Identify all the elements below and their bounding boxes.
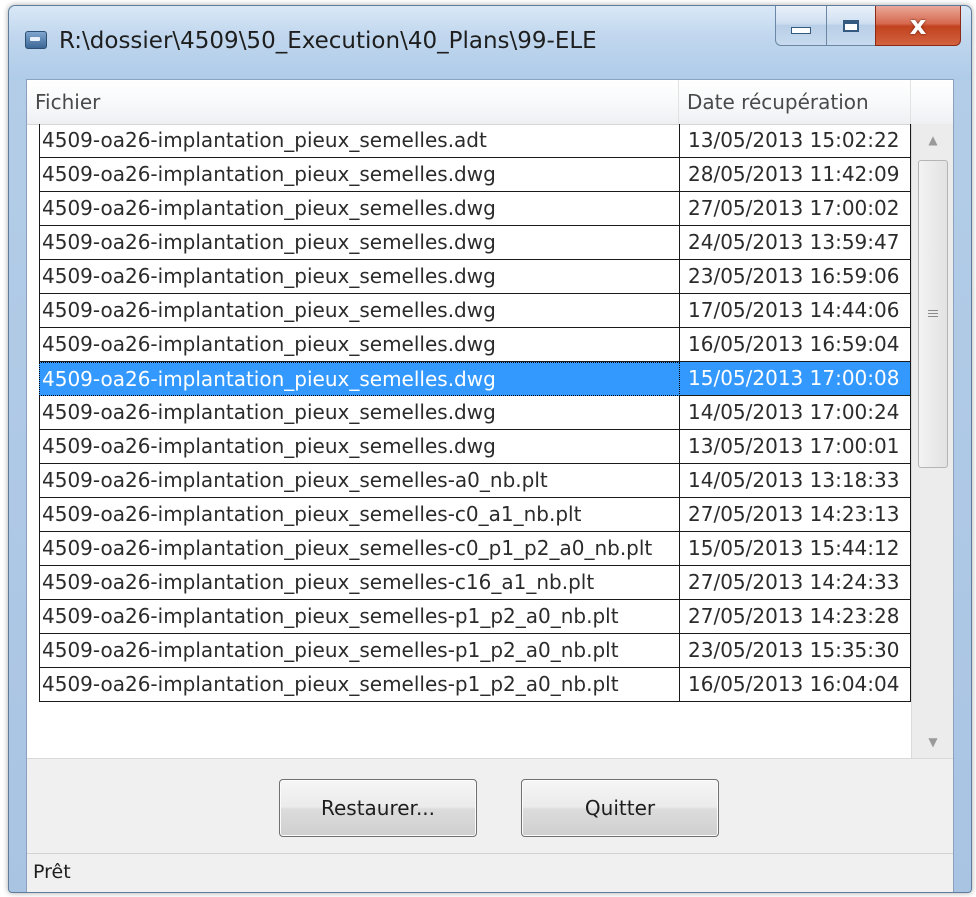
cell-recovery-date: 27/05/2013 14:23:28 [680, 600, 911, 634]
cell-recovery-date: 24/05/2013 13:59:47 [680, 226, 911, 260]
window-title: R:\dossier\4509\50_Execution\40_Plans\99… [59, 28, 597, 54]
button-bar: Restaurer... Quitter [27, 758, 953, 854]
app-window: R:\dossier\4509\50_Execution\40_Plans\99… [8, 5, 972, 893]
table-row[interactable]: 4509-oa26-implantation_pieux_semelles.dw… [27, 430, 911, 464]
cell-recovery-date: 23/05/2013 15:35:30 [680, 634, 911, 668]
cell-recovery-date: 13/05/2013 17:00:01 [680, 430, 911, 464]
cell-file-name: 4509-oa26-implantation_pieux_semelles-p1… [39, 600, 680, 634]
cell-recovery-date: 15/05/2013 15:44:12 [680, 532, 911, 566]
cell-recovery-date: 28/05/2013 11:42:09 [680, 158, 911, 192]
status-bar: Prêt [27, 853, 953, 892]
table-row[interactable]: 4509-oa26-implantation_pieux_semelles-p1… [27, 668, 911, 702]
table-row[interactable]: 4509-oa26-implantation_pieux_semelles-c1… [27, 566, 911, 600]
cell-file-name: 4509-oa26-implantation_pieux_semelles.dw… [39, 430, 680, 464]
table-row[interactable]: 4509-oa26-implantation_pieux_semelles-p1… [27, 634, 911, 668]
cell-recovery-date: 14/05/2013 17:00:24 [680, 396, 911, 430]
thumb-grip-icon [928, 309, 938, 319]
table-row[interactable]: 4509-oa26-implantation_pieux_semelles-c0… [27, 498, 911, 532]
cell-recovery-date: 14/05/2013 13:18:33 [680, 464, 911, 498]
table-row[interactable]: 4509-oa26-implantation_pieux_semelles-p1… [27, 600, 911, 634]
cell-file-name: 4509-oa26-implantation_pieux_semelles-p1… [39, 668, 680, 702]
app-window-icon[interactable] [25, 31, 47, 49]
cell-recovery-date: 27/05/2013 14:23:13 [680, 498, 911, 532]
cell-file-name: 4509-oa26-implantation_pieux_semelles-a0… [39, 464, 680, 498]
title-bar[interactable]: R:\dossier\4509\50_Execution\40_Plans\99… [9, 6, 971, 80]
cell-file-name: 4509-oa26-implantation_pieux_semelles-c1… [39, 566, 680, 600]
cell-recovery-date: 16/05/2013 16:04:04 [680, 668, 911, 702]
cell-recovery-date: 23/05/2013 16:59:06 [680, 260, 911, 294]
column-header-file[interactable]: Fichier [27, 80, 679, 124]
cell-recovery-date: 16/05/2013 16:59:04 [680, 328, 911, 362]
cell-file-name: 4509-oa26-implantation_pieux_semelles.dw… [39, 294, 680, 328]
table-row[interactable]: 4509-oa26-implantation_pieux_semelles.dw… [27, 294, 911, 328]
table-row[interactable]: 4509-oa26-implantation_pieux_semelles.dw… [27, 192, 911, 226]
quit-button[interactable]: Quitter [521, 779, 719, 837]
table-row[interactable]: 4509-oa26-implantation_pieux_semelles.dw… [27, 226, 911, 260]
cell-file-name: 4509-oa26-implantation_pieux_semelles.dw… [39, 260, 680, 294]
maximize-button[interactable] [826, 6, 876, 46]
table-header: Fichier Date récupération [27, 80, 953, 125]
cell-recovery-date: 13/05/2013 15:02:22 [680, 124, 911, 158]
minimize-icon [791, 27, 811, 34]
cell-file-name: 4509-oa26-implantation_pieux_semelles-c0… [39, 498, 680, 532]
close-icon: x [909, 10, 927, 41]
table-row[interactable]: 4509-oa26-implantation_pieux_semelles-a0… [27, 464, 911, 498]
maximize-icon [843, 19, 859, 32]
restore-button[interactable]: Restaurer... [279, 779, 477, 837]
client-area: Fichier Date récupération 4509-oa26-impl… [26, 79, 954, 892]
cell-file-name: 4509-oa26-implantation_pieux_semelles.dw… [39, 226, 680, 260]
cell-recovery-date: 27/05/2013 14:24:33 [680, 566, 911, 600]
vertical-scrollbar[interactable]: ▲ ▼ [911, 124, 953, 758]
column-header-date[interactable]: Date récupération [679, 80, 911, 124]
cell-file-name: 4509-oa26-implantation_pieux_semelles-c0… [39, 532, 680, 566]
cell-file-name: 4509-oa26-implantation_pieux_semelles.ad… [39, 124, 680, 158]
scrollbar-thumb[interactable] [918, 160, 948, 468]
table-row[interactable]: 4509-oa26-implantation_pieux_semelles.dw… [27, 396, 911, 430]
table-body: 4509-oa26-implantation_pieux_semelles.ad… [27, 124, 911, 702]
cell-recovery-date: 17/05/2013 14:44:06 [680, 294, 911, 328]
minimize-button[interactable] [775, 6, 827, 46]
cell-file-name: 4509-oa26-implantation_pieux_semelles.dw… [39, 158, 680, 192]
close-button[interactable]: x [875, 6, 961, 46]
table-row[interactable]: 4509-oa26-implantation_pieux_semelles.dw… [27, 260, 911, 294]
table-row[interactable]: 4509-oa26-implantation_pieux_semelles.dw… [27, 328, 911, 362]
cell-recovery-date: 27/05/2013 17:00:02 [680, 192, 911, 226]
cell-recovery-date: 15/05/2013 17:00:08 [680, 362, 911, 396]
cell-file-name: 4509-oa26-implantation_pieux_semelles.dw… [39, 362, 680, 396]
table-row[interactable]: 4509-oa26-implantation_pieux_semelles.ad… [27, 124, 911, 158]
cell-file-name: 4509-oa26-implantation_pieux_semelles.dw… [39, 328, 680, 362]
scroll-down-arrow-icon[interactable]: ▼ [912, 726, 953, 758]
status-text: Prêt [33, 861, 71, 883]
cell-file-name: 4509-oa26-implantation_pieux_semelles.dw… [39, 396, 680, 430]
cell-file-name: 4509-oa26-implantation_pieux_semelles-p1… [39, 634, 680, 668]
cell-file-name: 4509-oa26-implantation_pieux_semelles.dw… [39, 192, 680, 226]
table-row[interactable]: 4509-oa26-implantation_pieux_semelles.dw… [27, 362, 911, 396]
table-row[interactable]: 4509-oa26-implantation_pieux_semelles-c0… [27, 532, 911, 566]
file-list-grid: Fichier Date récupération 4509-oa26-impl… [27, 80, 953, 758]
table-row[interactable]: 4509-oa26-implantation_pieux_semelles.dw… [27, 158, 911, 192]
scroll-up-arrow-icon[interactable]: ▲ [912, 124, 953, 156]
